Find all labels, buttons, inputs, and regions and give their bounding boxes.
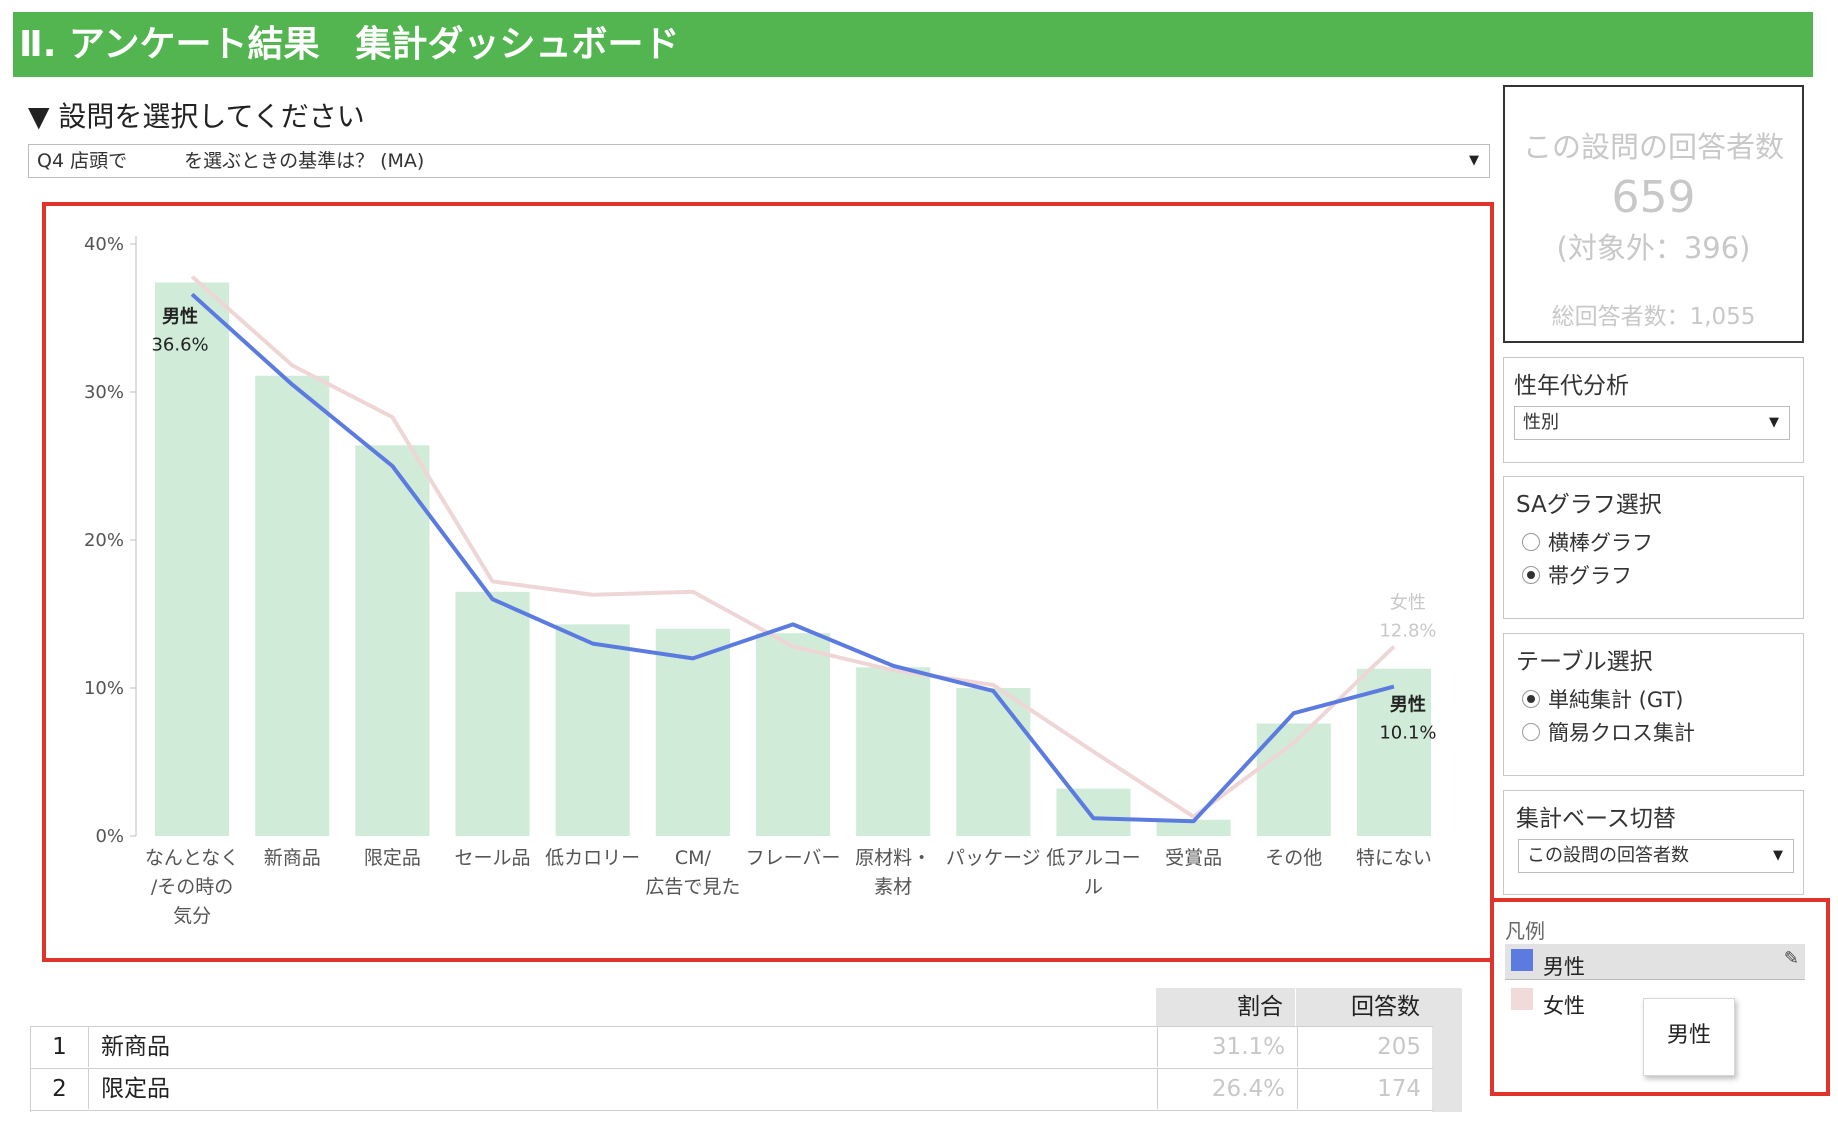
row-count: 205 [1297, 1027, 1433, 1067]
radio-label: 単純集計 (GT) [1548, 688, 1684, 712]
y-tick-label: 10% [84, 678, 124, 699]
demographic-select-value: 性別 [1523, 412, 1559, 433]
male-start-label-value: 36.6% [151, 334, 208, 355]
total-respondents: 総回答者数：1,055 [1551, 304, 1756, 330]
sa-graph-title: SAグラフ選択 [1516, 492, 1662, 518]
question-select-value: Q4 店頭で を選ぶときの基準は？ (MA) [37, 150, 425, 172]
dashboard-title: Ⅱ. アンケート結果 集計ダッシュボード [13, 12, 1813, 77]
male-end-label-value: 10.1% [1379, 723, 1436, 744]
radio-stacked-bar[interactable]: 帯グラフ [1522, 560, 1632, 590]
female-end-label-name: 女性 [1390, 593, 1426, 614]
base-select-value: この設問の回答者数 [1527, 845, 1689, 866]
respondent-count-title: この設問の回答者数 [1522, 130, 1784, 164]
table-row[interactable]: 1 新商品 31.1% 205 [31, 1026, 1433, 1067]
male-end-label-name: 男性 [1390, 694, 1426, 716]
chevron-down-icon: ▼ [1469, 153, 1479, 168]
question-select[interactable]: Q4 店頭で を選ぶときの基準は？ (MA) ▼ [28, 144, 1490, 178]
bar [455, 591, 530, 836]
bar [555, 624, 630, 836]
radio-horizontal-bar[interactable]: 横棒グラフ [1522, 527, 1653, 557]
table-select-panel: テーブル選択 単純集計 (GT) 簡易クロス集計 [1503, 633, 1804, 776]
base-title: 集計ベース切替 [1516, 806, 1676, 832]
row-label: 限定品 [101, 1076, 170, 1102]
legend-item-male[interactable]: 男性 ✎ [1505, 944, 1805, 980]
x-tick-label: /その時の [151, 876, 233, 898]
x-tick-label: 限定品 [364, 847, 421, 869]
demographic-title: 性年代分析 [1514, 373, 1629, 399]
demographic-select[interactable]: 性別 ▼ [1514, 406, 1790, 440]
data-table: 1 新商品 31.1% 205 2 限定品 26.4% 174 [30, 1026, 1433, 1112]
question-prompt: ▼ 設問を選択してください [28, 100, 365, 133]
x-tick-label: 受賞品 [1165, 847, 1222, 869]
radio-label: 簡易クロス集計 [1548, 721, 1695, 745]
x-tick-label: 特にない [1356, 847, 1432, 869]
base-panel: 集計ベース切替 この設問の回答者数 ▼ [1503, 790, 1804, 895]
pencil-icon[interactable]: ✎ [1784, 948, 1799, 969]
bar [355, 445, 430, 836]
y-tick-label: 40% [84, 234, 124, 255]
chart-plot: 0% 10% 20% 30% 40% なんとなく/その時の気分 新商品 限定品 セール品 低カロリ… [84, 234, 1437, 927]
respondent-count-value: 659 [1611, 172, 1696, 223]
radio-button-selected[interactable] [1522, 566, 1540, 584]
female-end-label-value: 12.8% [1379, 621, 1436, 642]
bar [255, 375, 330, 836]
radio-label: 帯グラフ [1548, 564, 1632, 588]
x-tick-label: ル [1084, 876, 1103, 898]
x-tick-label: 新商品 [264, 847, 321, 869]
bar [755, 633, 831, 836]
x-tick-label: 原材料・ [855, 847, 931, 869]
x-tick-label: セール品 [455, 847, 531, 869]
excluded-count: (対象外：396) [1556, 231, 1751, 265]
demographic-panel: 性年代分析 性別 ▼ [1503, 357, 1804, 463]
radio-label: 横棒グラフ [1548, 531, 1653, 555]
chevron-down-icon: ▼ [1769, 415, 1779, 430]
bar [1056, 788, 1131, 836]
legend-swatch [1511, 949, 1533, 971]
male-start-label-name: 男性 [162, 305, 198, 327]
legend-label: 女性 [1543, 994, 1585, 1018]
x-tick-label: 低カロリー [545, 847, 640, 869]
table-row[interactable]: 2 限定品 26.4% 174 [31, 1068, 1433, 1109]
y-tick-label: 0% [95, 826, 124, 847]
legend-swatch [1511, 988, 1533, 1010]
radio-button[interactable] [1522, 723, 1540, 741]
row-rank: 2 [31, 1069, 89, 1109]
bar [856, 667, 931, 836]
x-tick-label: パッケージ [946, 847, 1041, 869]
x-tick-label: なんとなく [145, 847, 239, 869]
row-rank: 1 [31, 1027, 89, 1067]
row-ratio: 26.4% [1157, 1069, 1297, 1109]
header-ratio: 割合 [1156, 988, 1296, 1026]
x-tick-label: CM/ [675, 847, 712, 869]
row-ratio: 31.1% [1157, 1027, 1297, 1067]
x-tick-label: 気分 [173, 905, 211, 927]
y-tick-label: 20% [84, 530, 124, 551]
radio-cross-tabulation[interactable]: 簡易クロス集計 [1522, 717, 1695, 747]
x-tick-label: 広告で見た [645, 876, 740, 898]
x-tick-label: 低アルコー [1046, 847, 1140, 869]
header-count: 回答数 [1351, 994, 1420, 1020]
row-label: 新商品 [101, 1034, 170, 1060]
table-header: 割合 回答数 [1156, 988, 1462, 1026]
table-divider [31, 1110, 1433, 1111]
y-tick-label: 30% [84, 382, 124, 403]
x-tick-label: 素材 [874, 876, 912, 898]
table-scrollbar[interactable] [1432, 1026, 1462, 1112]
radio-button[interactable] [1522, 533, 1540, 551]
legend-title: 凡例 [1505, 919, 1545, 943]
radio-button-selected[interactable] [1522, 690, 1540, 708]
chevron-down-icon: ▼ [1773, 848, 1783, 863]
bar [155, 282, 230, 837]
row-count: 174 [1297, 1069, 1433, 1109]
base-select[interactable]: この設問の回答者数 ▼ [1518, 839, 1794, 873]
respondent-count-card: この設問の回答者数 659 (対象外：396) 総回答者数：1,055 [1503, 85, 1804, 343]
legend-label: 男性 [1543, 955, 1585, 979]
bar [956, 688, 1031, 836]
sa-graph-panel: SAグラフ選択 横棒グラフ 帯グラフ [1503, 476, 1804, 619]
radio-simple-tabulation[interactable]: 単純集計 (GT) [1522, 684, 1683, 714]
x-tick-label: その他 [1265, 847, 1322, 869]
x-tick-label: フレーバー [746, 847, 841, 869]
legend-tooltip: 男性 [1643, 998, 1735, 1076]
table-select-title: テーブル選択 [1516, 649, 1653, 675]
